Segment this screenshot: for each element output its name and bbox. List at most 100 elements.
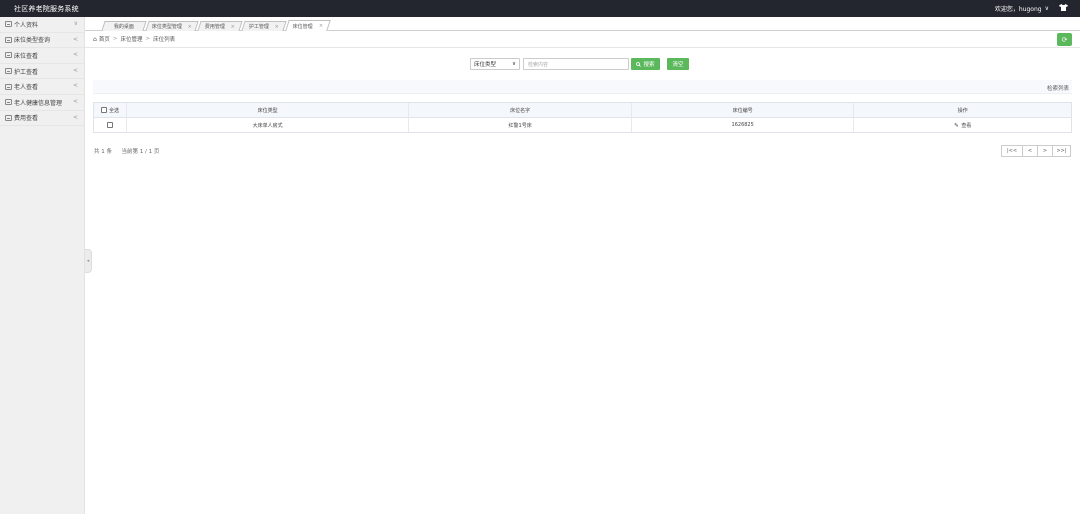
sidebar-item-bed-type-query[interactable]: 床位类型查询 < bbox=[0, 33, 84, 49]
chevron-left-icon: < bbox=[72, 51, 78, 59]
tab-label: 床位管理 bbox=[292, 23, 313, 30]
tab-my-desktop[interactable]: 我的桌面 bbox=[101, 21, 147, 31]
search-bar: 床位类型 ∨ 检索内容 搜索 清空 bbox=[470, 58, 689, 70]
current-page: 当前第 1 / 1 页 bbox=[121, 149, 160, 155]
clear-button[interactable]: 清空 bbox=[667, 58, 689, 70]
menu-item-icon bbox=[5, 52, 12, 59]
prev-page-button[interactable]: < bbox=[1022, 145, 1037, 157]
search-placeholder: 检索内容 bbox=[528, 61, 549, 68]
chevron-down-icon: ∨ bbox=[73, 20, 78, 27]
breadcrumb-separator: > bbox=[145, 36, 151, 42]
select-all-label: 全选 bbox=[108, 107, 119, 114]
table-header: 全选 床位类型 床位名字 床位编号 操作 bbox=[94, 103, 1071, 118]
close-icon[interactable]: × bbox=[188, 24, 192, 30]
user-menu[interactable]: 欢迎您，hugong ∨ bbox=[995, 4, 1080, 13]
select-value: 床位类型 bbox=[474, 62, 497, 68]
search-icon bbox=[636, 61, 642, 67]
welcome-text[interactable]: 欢迎您，hugong bbox=[995, 4, 1042, 13]
chevron-left-icon: < bbox=[72, 82, 78, 90]
close-icon[interactable]: × bbox=[231, 24, 235, 30]
sidebar-item-elder-view[interactable]: 老人查看 < bbox=[0, 79, 84, 95]
sidebar-item-label: 费用查看 bbox=[14, 115, 39, 123]
menu-item-icon bbox=[5, 68, 12, 75]
tab-bar: 我的桌面 床位类型管理 × 费用管理 × 护工管理 × 床位管理 × bbox=[85, 17, 1080, 31]
sidebar-item-label: 老人健康信息管理 bbox=[14, 99, 63, 107]
tab-bed-type-management[interactable]: 床位类型管理 × bbox=[145, 21, 199, 31]
collapse-arrow-icon: ◂ bbox=[86, 258, 90, 264]
refresh-icon: ⟳ bbox=[1061, 35, 1068, 44]
select-all-cell[interactable]: 全选 bbox=[94, 103, 127, 117]
tab-fee-management[interactable]: 费用管理 × bbox=[197, 21, 243, 31]
cell-bed-name: 红警1号床 bbox=[409, 118, 632, 132]
chevron-left-icon: < bbox=[72, 113, 78, 121]
column-header: 床位名字 bbox=[409, 103, 632, 117]
breadcrumb-separator: > bbox=[112, 36, 118, 42]
breadcrumb-row: ⌂ 首页 > 床位管理 > 床位列表 ⟳ bbox=[85, 31, 1080, 48]
view-link-label: 查看 bbox=[961, 122, 972, 129]
sidebar-item-label: 个人资料 bbox=[14, 21, 39, 29]
pencil-icon: ✎ bbox=[954, 122, 959, 129]
column-header: 床位类型 bbox=[127, 103, 410, 117]
chevron-down-icon: ∨ bbox=[511, 61, 516, 67]
next-page-button[interactable]: > bbox=[1037, 145, 1052, 157]
sidebar-collapse-handle[interactable]: ◂ bbox=[85, 249, 92, 273]
search-button[interactable]: 搜索 bbox=[631, 58, 660, 70]
breadcrumb: ⌂ 首页 > 床位管理 > 床位列表 bbox=[85, 35, 176, 44]
last-page-button[interactable]: >>| bbox=[1052, 145, 1071, 157]
sidebar-item-caregiver-view[interactable]: 护工查看 < bbox=[0, 64, 84, 80]
row-select-cell[interactable] bbox=[94, 118, 127, 132]
row-checkbox[interactable] bbox=[106, 122, 113, 128]
menu-item-icon bbox=[5, 36, 12, 43]
tab-caregiver-management[interactable]: 护工管理 × bbox=[241, 21, 287, 31]
search-field-select[interactable]: 床位类型 ∨ bbox=[470, 58, 520, 70]
breadcrumb-level1[interactable]: 床位管理 bbox=[120, 35, 142, 43]
menu-item-icon bbox=[5, 99, 12, 106]
sidebar-item-elder-health[interactable]: 老人健康信息管理 < bbox=[0, 95, 84, 111]
result-header: 检索列表 bbox=[93, 80, 1072, 94]
refresh-button[interactable]: ⟳ bbox=[1057, 33, 1072, 46]
sidebar-item-profile[interactable]: 个人资料 ∨ bbox=[0, 17, 84, 33]
tab-label: 我的桌面 bbox=[113, 24, 134, 30]
sidebar: 个人资料 ∨ 床位类型查询 < 床位查看 < 护工查看 < 老人查看 < 老人健… bbox=[0, 17, 85, 514]
menu-item-icon bbox=[5, 21, 12, 28]
pagination-info: 共 1 条 当前第 1 / 1 页 bbox=[94, 147, 159, 155]
table-row: 大床单人房式 红警1号床 1626825 ✎ 查看 bbox=[94, 118, 1071, 132]
column-header: 床位编号 bbox=[632, 103, 855, 117]
sidebar-item-label: 床位查看 bbox=[14, 52, 39, 60]
clear-button-label: 清空 bbox=[672, 62, 684, 68]
sidebar-item-label: 老人查看 bbox=[14, 84, 39, 92]
sidebar-item-bed-view[interactable]: 床位查看 < bbox=[0, 48, 84, 64]
menu-item-icon bbox=[5, 83, 12, 90]
search-button-label: 搜索 bbox=[643, 62, 655, 68]
chevron-left-icon: < bbox=[72, 97, 78, 105]
result-label: 检索列表 bbox=[1046, 86, 1069, 92]
select-all-checkbox[interactable] bbox=[100, 107, 107, 113]
first-page-button[interactable]: |<< bbox=[1001, 145, 1022, 157]
close-icon[interactable]: × bbox=[275, 24, 279, 30]
search-input[interactable]: 检索内容 bbox=[523, 58, 629, 70]
close-icon[interactable]: × bbox=[319, 23, 323, 29]
bed-table: 全选 床位类型 床位名字 床位编号 操作 大床单人房式 红警1号床 162682… bbox=[93, 102, 1072, 133]
sidebar-item-fee-view[interactable]: 费用查看 < bbox=[0, 111, 84, 127]
view-link[interactable]: ✎ 查看 bbox=[954, 122, 971, 129]
chevron-left-icon: < bbox=[72, 35, 78, 43]
sidebar-item-label: 护工查看 bbox=[14, 68, 39, 76]
cell-bed-number: 1626825 bbox=[632, 118, 855, 132]
tab-label: 费用管理 bbox=[204, 24, 225, 30]
menu-item-icon bbox=[5, 114, 12, 121]
breadcrumb-level2: 床位列表 bbox=[153, 37, 176, 43]
tab-label: 床位类型管理 bbox=[151, 24, 182, 30]
cell-bed-type: 大床单人房式 bbox=[127, 118, 410, 132]
breadcrumb-home[interactable]: 首页 bbox=[99, 35, 110, 43]
shirt-icon[interactable] bbox=[1059, 4, 1068, 13]
total-count: 共 1 条 bbox=[94, 149, 112, 155]
top-bar: 社区养老院服务系统 欢迎您，hugong ∨ bbox=[0, 0, 1080, 17]
sidebar-item-label: 床位类型查询 bbox=[14, 37, 51, 45]
tab-bed-management[interactable]: 床位管理 × bbox=[285, 20, 331, 31]
app-title: 社区养老院服务系统 bbox=[14, 4, 79, 13]
chevron-down-icon[interactable]: ∨ bbox=[1045, 5, 1049, 12]
cell-action: ✎ 查看 bbox=[854, 118, 1071, 132]
chevron-left-icon: < bbox=[72, 66, 78, 74]
column-header: 操作 bbox=[957, 107, 968, 114]
pagination: |<< < > >>| bbox=[1001, 145, 1071, 157]
